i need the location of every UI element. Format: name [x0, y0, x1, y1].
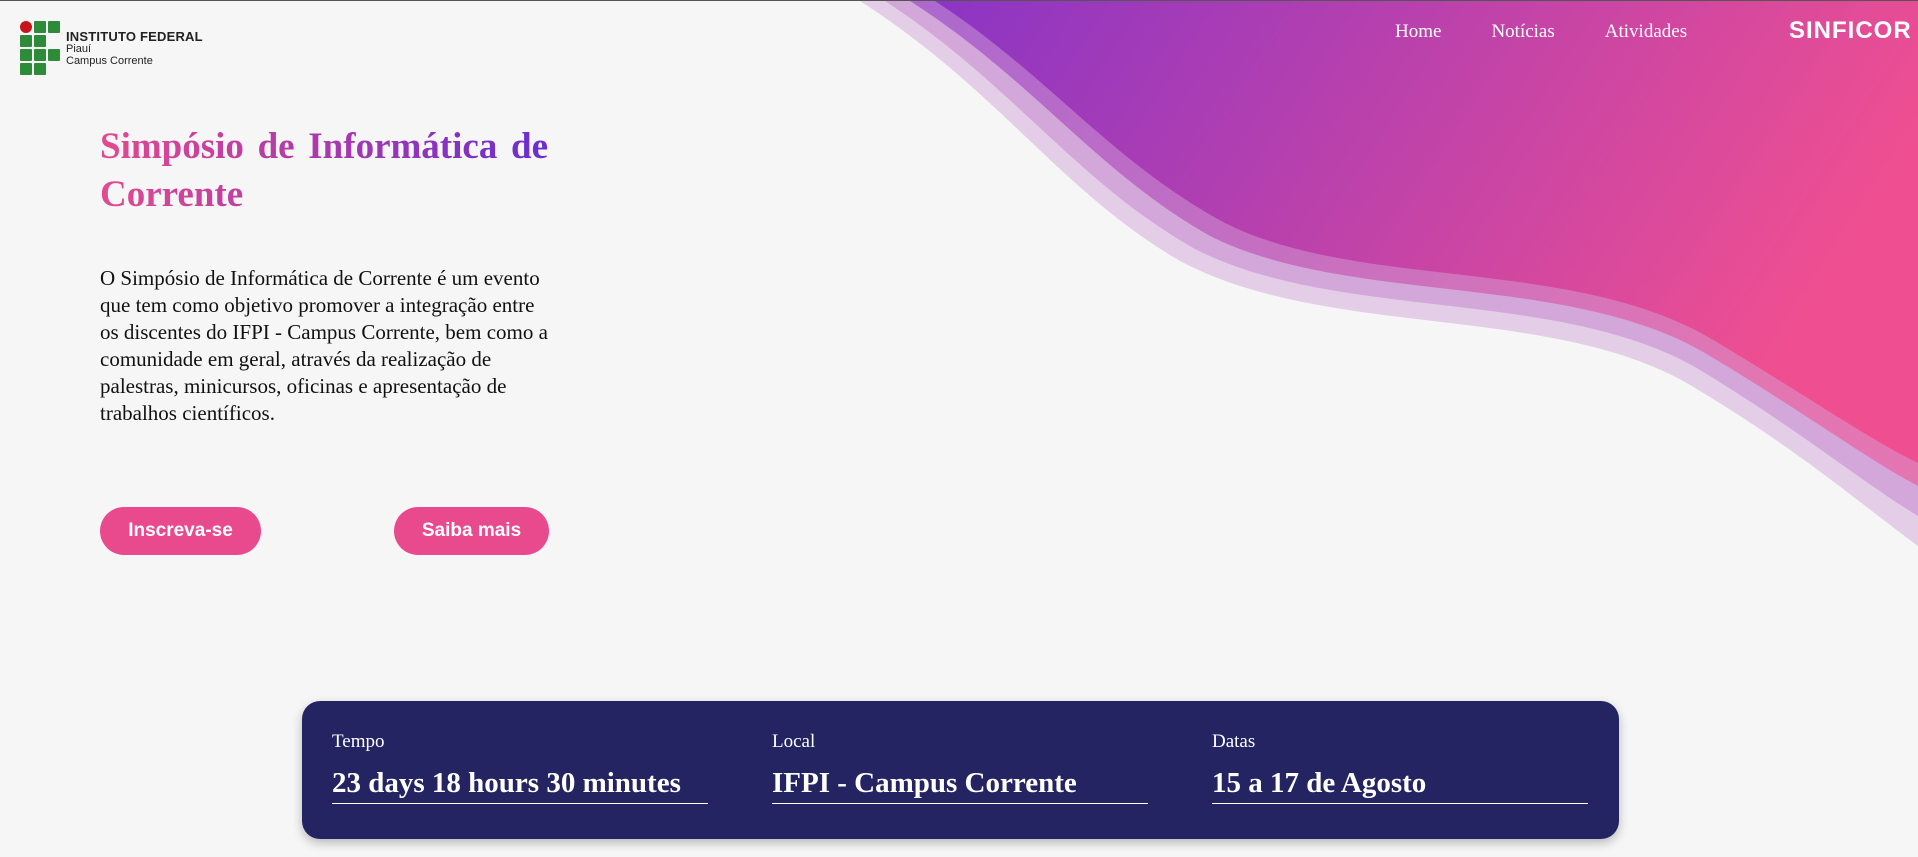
nav-noticias-link[interactable]: Notícias — [1491, 21, 1554, 43]
ifpi-logo-mark — [20, 21, 60, 75]
hero-title: Simpósio de Informática de Corrente — [100, 123, 548, 219]
logo-state: Piauí — [66, 43, 92, 55]
register-button[interactable]: Inscreva-se — [100, 507, 261, 555]
location-value: IFPI - Campus Corrente — [772, 767, 1148, 804]
nav-home-link[interactable]: Home — [1395, 21, 1441, 43]
dates-value: 15 a 17 de Agosto — [1212, 767, 1588, 804]
logo-institution-name: INSTITUTO FEDERAL — [66, 29, 203, 44]
countdown-value: 23 days 18 hours 30 minutes — [332, 767, 708, 804]
info-location-label: Local — [772, 731, 816, 752]
learn-more-button[interactable]: Saiba mais — [394, 507, 549, 555]
brand-title[interactable]: SINFICOR — [1789, 17, 1912, 45]
main-nav: Home Notícias Atividades — [1395, 21, 1737, 43]
hero-description: O Simpósio de Informática de Corrente é … — [100, 266, 548, 425]
logo-campus: Campus Corrente — [66, 55, 153, 67]
event-info-panel: Tempo 23 days 18 hours 30 minutes Local … — [302, 701, 1619, 839]
nav-atividades-link[interactable]: Atividades — [1605, 21, 1687, 43]
info-time-label: Tempo — [332, 731, 385, 752]
ifpi-logo[interactable]: INSTITUTO FEDERAL Piauí Campus Corrente — [20, 21, 203, 75]
info-dates: Datas 15 a 17 de Agosto — [1212, 731, 1588, 804]
info-time: Tempo 23 days 18 hours 30 minutes — [332, 731, 708, 804]
info-dates-label: Datas — [1212, 731, 1256, 752]
info-location: Local IFPI - Campus Corrente — [772, 731, 1148, 804]
